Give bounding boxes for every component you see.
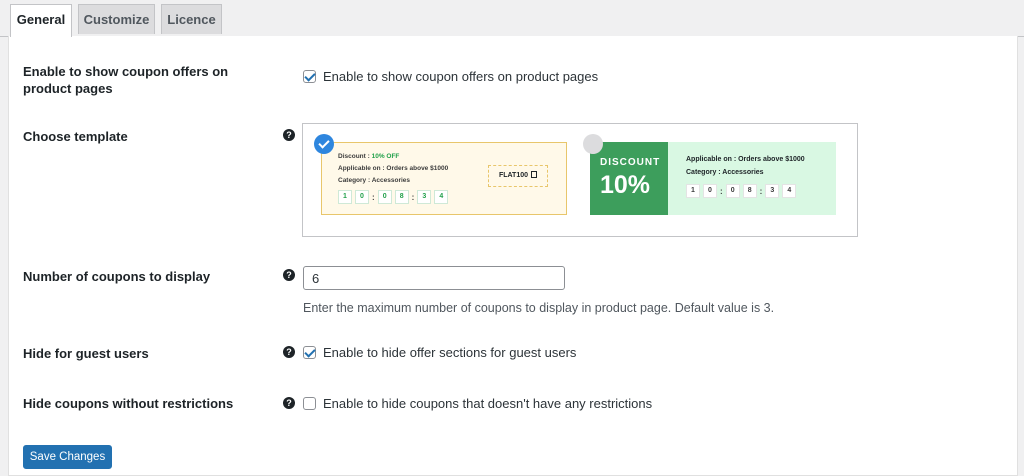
tab-general[interactable]: General [10,4,72,37]
template-option-1[interactable]: Discount : 10% OFF Applicable on : Order… [321,142,567,215]
show-offers-label: Enable to show coupon offers on product … [23,64,229,96]
template2-timer: 1 0 : 0 8 : 3 4 [686,184,799,198]
template2-category: Category : Accessories [686,169,764,176]
template-chooser: Discount : 10% OFF Applicable on : Order… [302,123,858,237]
show-offers-checkbox-label[interactable]: Enable to show coupon offers on product … [323,69,598,85]
template1-applicable: Applicable on : Orders above $1000 [338,165,449,172]
hide-guest-label: Hide for guest users [23,346,149,361]
hide-unrestricted-label: Hide coupons without restrictions [23,396,234,411]
template-option-2[interactable]: DISCOUNT 10% Applicable on : Orders abov… [590,142,836,215]
hide-guest-checkbox[interactable] [303,346,316,359]
help-icon[interactable]: ? [283,346,295,358]
template1-category: Category : Accessories [338,177,411,184]
help-icon[interactable]: ? [283,269,295,281]
tab-bar: General Customize Licence [0,0,1024,37]
hide-unrestricted-checkbox[interactable] [303,397,316,410]
copy-icon [531,171,538,178]
template2-discount-block: DISCOUNT 10% [590,142,668,215]
show-offers-checkbox[interactable] [303,70,316,83]
selected-check-icon[interactable] [314,134,334,154]
settings-panel: Enable to show coupon offers on product … [8,36,1018,476]
num-coupons-description: Enter the maximum number of coupons to d… [303,301,775,315]
tab-licence[interactable]: Licence [161,4,222,34]
template1-discount: Discount : 10% OFF [338,153,400,160]
num-coupons-input[interactable] [303,266,565,290]
save-changes-button[interactable]: Save Changes [23,445,112,469]
template1-code: FLAT100 [488,165,548,187]
template1-timer: 1 0 : 0 8 : 3 4 [338,190,451,204]
num-coupons-label: Number of coupons to display [23,269,211,284]
tab-customize[interactable]: Customize [78,4,155,34]
template2-applicable: Applicable on : Orders above $1000 [686,156,805,163]
help-icon[interactable]: ? [283,397,295,409]
hide-unrestricted-checkbox-label[interactable]: Enable to hide coupons that doesn't have… [323,396,652,412]
choose-template-label: Choose template [23,129,128,144]
help-icon[interactable]: ? [283,129,295,141]
hide-guest-checkbox-label[interactable]: Enable to hide offer sections for guest … [323,345,576,361]
unselected-radio-icon[interactable] [583,134,603,154]
